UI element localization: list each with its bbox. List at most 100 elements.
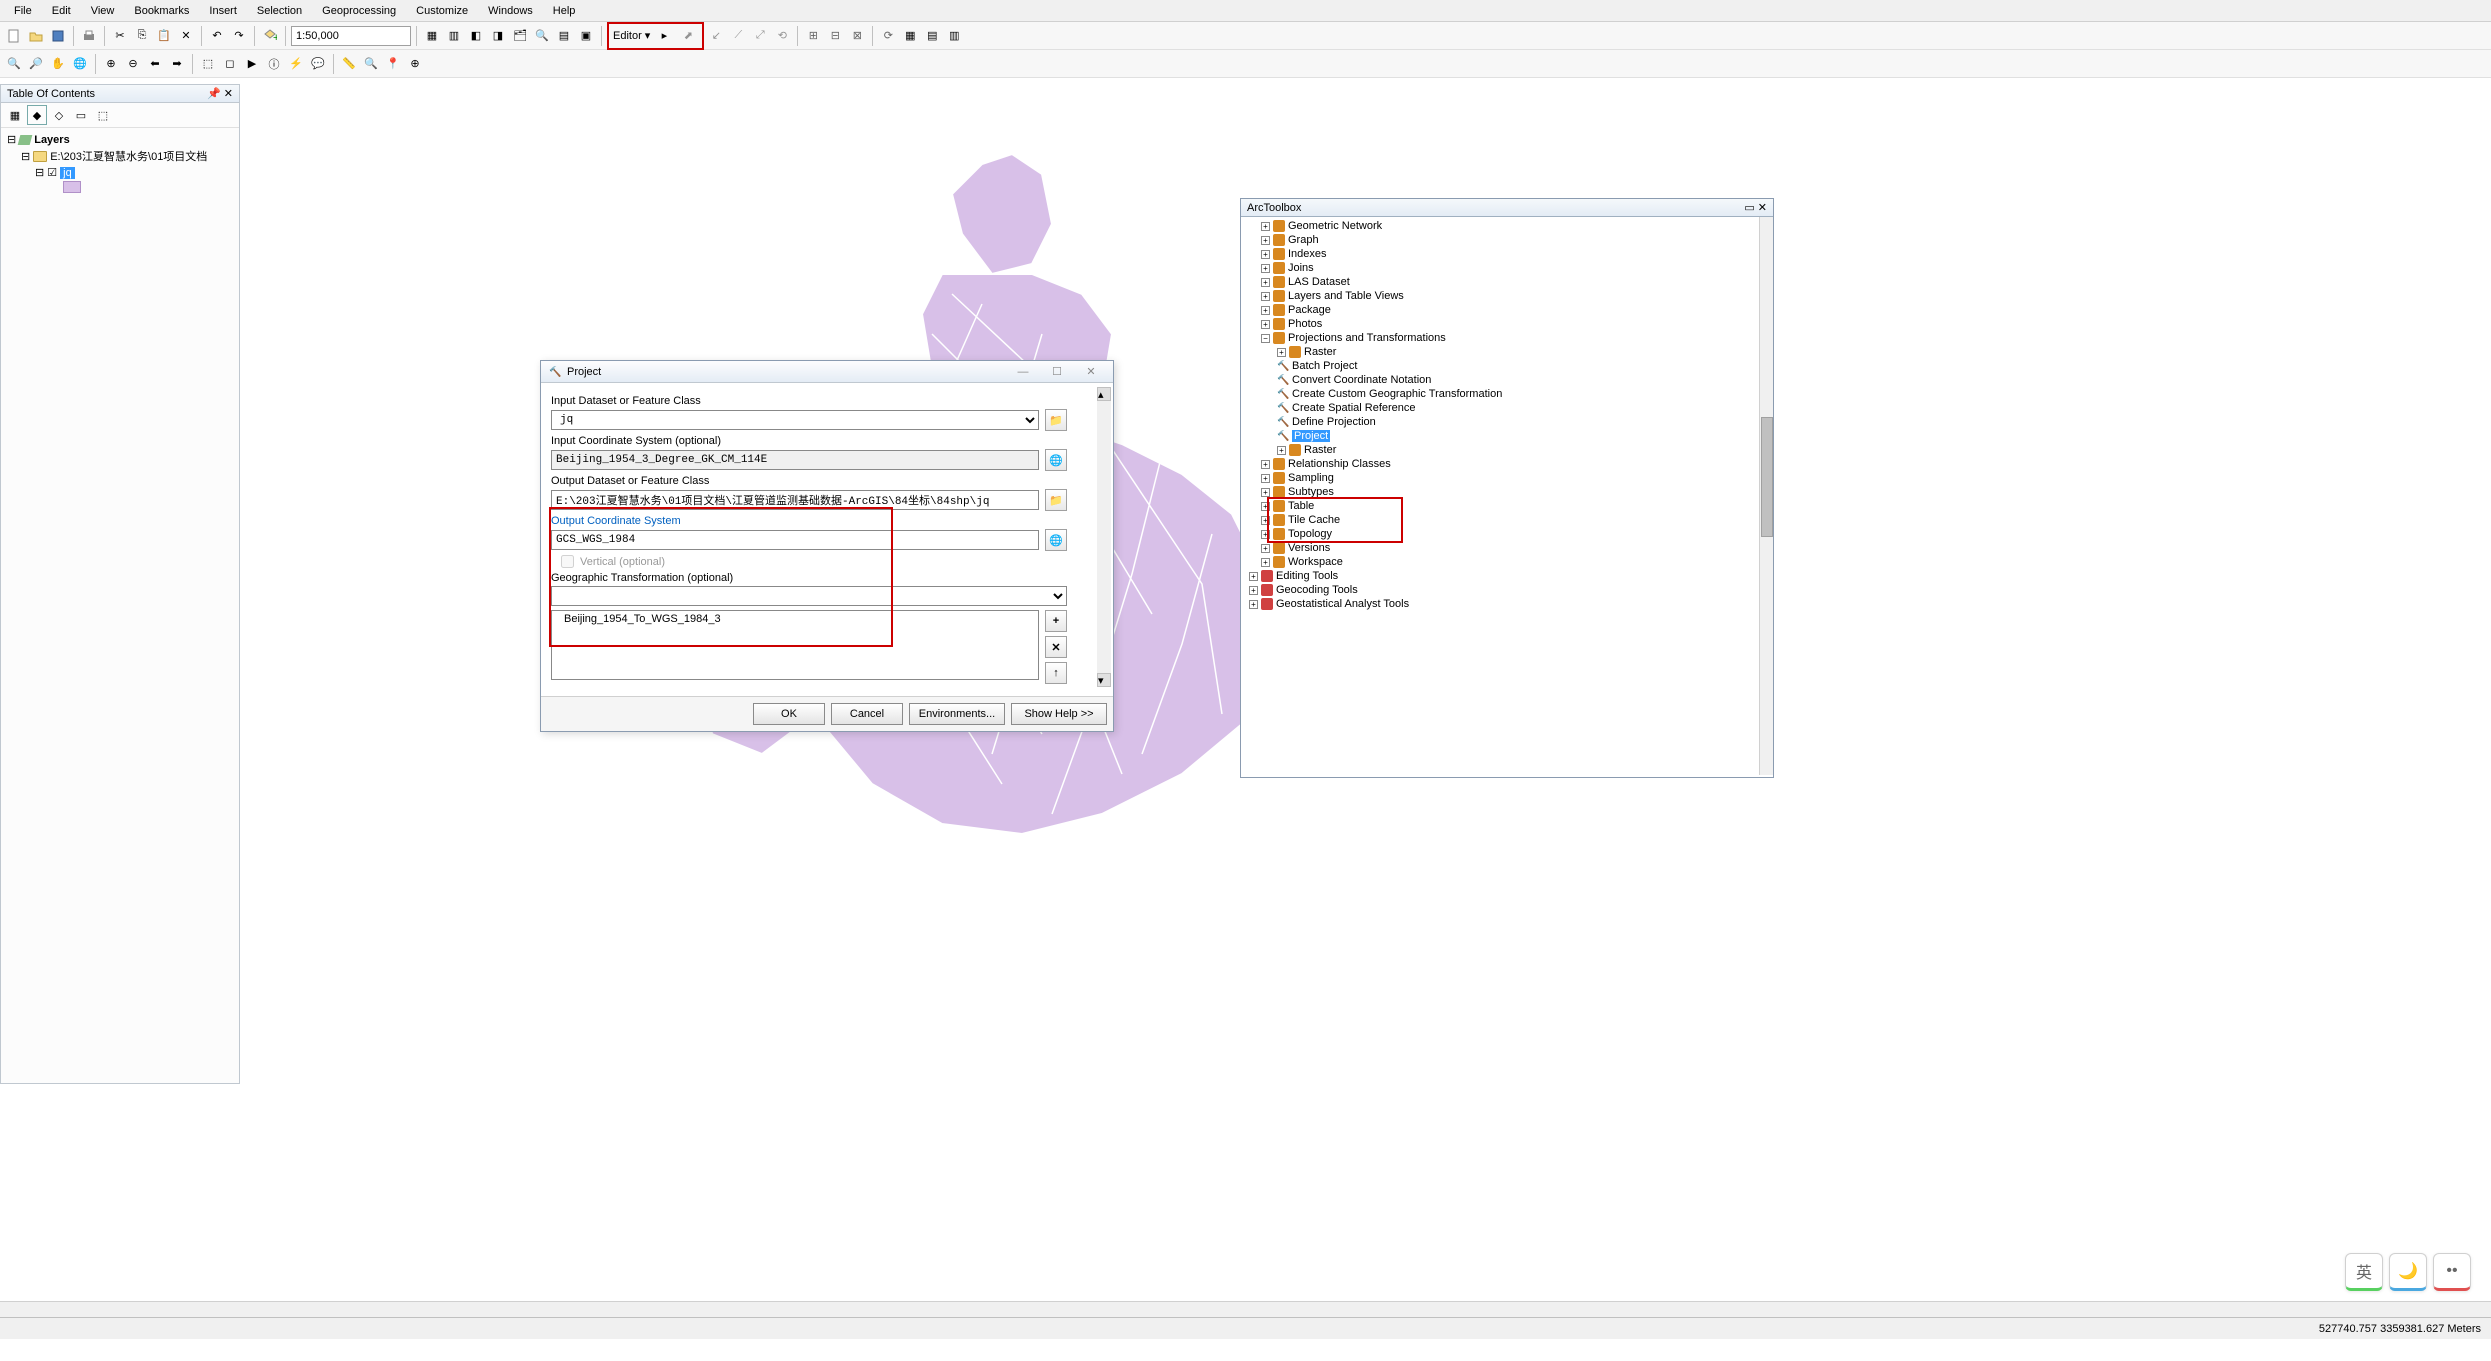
tb2-icon[interactable]: ▥ (444, 26, 464, 46)
menu-customize[interactable]: Customize (406, 3, 478, 19)
next-extent-icon[interactable]: ➡ (167, 54, 187, 74)
sketch2-icon[interactable]: ⟋ (728, 26, 748, 46)
tb-item[interactable]: +Graph (1241, 233, 1773, 247)
editor-toolbar-icon[interactable]: ▦ (422, 26, 442, 46)
toc-list-by-selection-icon[interactable]: ▭ (71, 105, 91, 125)
tb-tool[interactable]: Define Projection (1241, 415, 1773, 429)
measure-icon[interactable]: 📏 (339, 54, 359, 74)
tb-tool-project[interactable]: Project (1241, 429, 1773, 443)
tb-item[interactable]: +Workspace (1241, 555, 1773, 569)
tb-proj-raster2[interactable]: +Raster (1241, 443, 1773, 457)
ime-lang-button[interactable]: 英 (2345, 1253, 2383, 1291)
toc-list-by-source-icon[interactable]: ◆ (27, 105, 47, 125)
tb-tool[interactable]: Create Custom Geographic Transformation (1241, 387, 1773, 401)
fixed-zoom-in-icon[interactable]: ⊕ (101, 54, 121, 74)
tb-item[interactable]: +Joins (1241, 261, 1773, 275)
editor-dropdown[interactable]: Editor ▾ (613, 29, 650, 42)
tb-item[interactable]: +Photos (1241, 317, 1773, 331)
search-icon[interactable]: 🔍 (532, 26, 552, 46)
toc-options-icon[interactable]: ⬚ (93, 105, 113, 125)
add-data-icon[interactable]: + (260, 26, 280, 46)
toc-datasource[interactable]: ⊟ E:\203江夏智慧水务\01项目文档 (7, 147, 233, 165)
tb-item[interactable]: +Subtypes (1241, 485, 1773, 499)
python-icon[interactable]: ▣ (576, 26, 596, 46)
snap3-icon[interactable]: ⊠ (847, 26, 867, 46)
tb3-icon[interactable]: ◧ (466, 26, 486, 46)
menu-geoprocessing[interactable]: Geoprocessing (312, 3, 406, 19)
tb-b-icon[interactable]: ▤ (922, 26, 942, 46)
tb5-icon[interactable]: ▤ (554, 26, 574, 46)
tb-item[interactable]: +LAS Dataset (1241, 275, 1773, 289)
add-trans-button[interactable]: + (1045, 610, 1067, 632)
find-route-icon[interactable]: 📍 (383, 54, 403, 74)
sketch1-icon[interactable]: ↙ (706, 26, 726, 46)
print-icon[interactable] (79, 26, 99, 46)
pointer-icon[interactable]: ▶ (242, 54, 262, 74)
tb-tool[interactable]: Batch Project (1241, 359, 1773, 373)
tb-item[interactable]: +Topology (1241, 527, 1773, 541)
find-icon[interactable]: 🔍 (361, 54, 381, 74)
goto-xy-icon[interactable]: ⊕ (405, 54, 425, 74)
tb-tool[interactable]: Convert Coordinate Notation (1241, 373, 1773, 387)
toc-list-by-drawing-icon[interactable]: ▦ (5, 105, 25, 125)
sketch3-icon[interactable]: ⤢ (750, 26, 770, 46)
tb-group[interactable]: +Editing Tools (1241, 569, 1773, 583)
browse-input-button[interactable]: 📁 (1045, 409, 1067, 431)
menu-insert[interactable]: Insert (199, 3, 247, 19)
scale-input[interactable] (291, 26, 411, 46)
menu-view[interactable]: View (81, 3, 125, 19)
tb-item[interactable]: +Tile Cache (1241, 513, 1773, 527)
output-dataset-field[interactable] (551, 490, 1039, 510)
prev-extent-icon[interactable]: ⬅ (145, 54, 165, 74)
pan-icon[interactable]: ✋ (48, 54, 68, 74)
menu-help[interactable]: Help (543, 3, 586, 19)
tb4-icon[interactable]: ◨ (488, 26, 508, 46)
menu-selection[interactable]: Selection (247, 3, 312, 19)
tb-item[interactable]: +Indexes (1241, 247, 1773, 261)
full-extent-icon[interactable]: 🌐 (70, 54, 90, 74)
tb-item[interactable]: +Table (1241, 499, 1773, 513)
select-icon[interactable]: ⬚ (198, 54, 218, 74)
snap2-icon[interactable]: ⊟ (825, 26, 845, 46)
tb-proj-raster[interactable]: +Raster (1241, 345, 1773, 359)
show-help-button[interactable]: Show Help >> (1011, 703, 1107, 725)
input-dataset-field[interactable]: jq (551, 410, 1039, 430)
geo-trans-list[interactable]: Beijing_1954_To_WGS_1984_3 (551, 610, 1039, 680)
toolbox-scrollbar[interactable] (1759, 217, 1773, 775)
ime-mode-button[interactable]: 🌙 (2389, 1253, 2427, 1291)
attr-icon[interactable]: ⟳ (878, 26, 898, 46)
menu-edit[interactable]: Edit (42, 3, 81, 19)
tb-item[interactable]: +Versions (1241, 541, 1773, 555)
tb-item[interactable]: +Layers and Table Views (1241, 289, 1773, 303)
tb-item[interactable]: +Relationship Classes (1241, 457, 1773, 471)
cut-icon[interactable]: ✂ (110, 26, 130, 46)
menu-windows[interactable]: Windows (478, 3, 543, 19)
zoom-out-icon[interactable]: 🔎 (26, 54, 46, 74)
undo-icon[interactable]: ↶ (207, 26, 227, 46)
tb-group[interactable]: +Geocoding Tools (1241, 583, 1773, 597)
ok-button[interactable]: OK (753, 703, 825, 725)
horizontal-scrollbar[interactable] (0, 1301, 2491, 1317)
snap1-icon[interactable]: ⊞ (803, 26, 823, 46)
new-icon[interactable] (4, 26, 24, 46)
paste-icon[interactable]: 📋 (154, 26, 174, 46)
dialog-titlebar[interactable]: Project — ☐ ✕ (541, 361, 1113, 383)
minimize-button[interactable]: — (1009, 366, 1037, 378)
clear-sel-icon[interactable]: ◻ (220, 54, 240, 74)
tb-group[interactable]: +Geostatistical Analyst Tools (1241, 597, 1773, 611)
toc-layers-root[interactable]: ⊟ Layers (7, 132, 233, 147)
scrollbar-thumb[interactable] (1761, 417, 1773, 537)
toc-layer-jq[interactable]: ⊟ ☑ jq (7, 165, 233, 180)
dialog-scrollbar[interactable]: ▴ ▾ (1097, 387, 1111, 687)
fixed-zoom-out-icon[interactable]: ⊖ (123, 54, 143, 74)
tb-projections[interactable]: −Projections and Transformations (1241, 331, 1773, 345)
zoom-in-icon[interactable]: 🔍 (4, 54, 24, 74)
tb-item[interactable]: +Package (1241, 303, 1773, 317)
edit-tool2-icon[interactable]: ⬈ (678, 26, 698, 46)
close-button[interactable]: ✕ (1077, 365, 1105, 378)
environments-button[interactable]: Environments... (909, 703, 1005, 725)
tb-c-icon[interactable]: ▥ (944, 26, 964, 46)
menu-bookmarks[interactable]: Bookmarks (124, 3, 199, 19)
hyperlink-icon[interactable]: ⚡ (286, 54, 306, 74)
open-icon[interactable] (26, 26, 46, 46)
